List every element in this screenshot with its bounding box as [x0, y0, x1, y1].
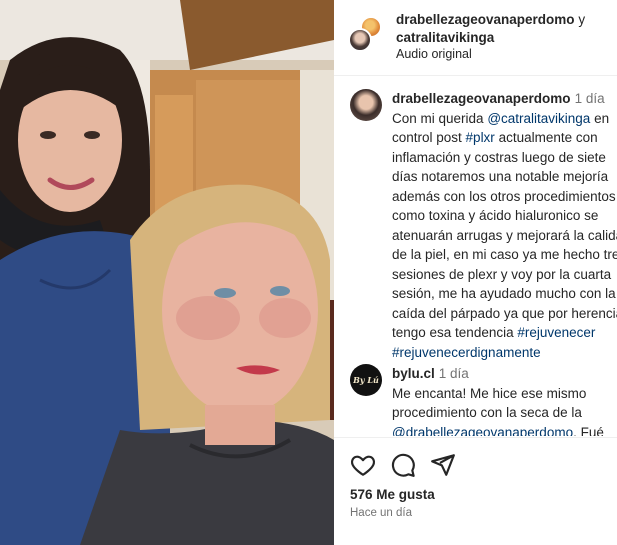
comment-text-line: atenuarán arrugas y mejorará la calidad — [392, 226, 617, 246]
comment-text: . Fué — [573, 424, 604, 437]
comment-lines: Me encanta! Me hice ese mismo procedimien… — [392, 384, 613, 437]
comment-text: tengo esa tendencia — [392, 325, 518, 340]
comment-text: inflamación y costras luego de siete — [392, 149, 606, 165]
comment-text-line: control post #plxr actualmente con — [392, 128, 613, 148]
comment-text: actualmente con — [494, 130, 598, 145]
comment-text-line: caída del párpado ya que por herencia — [392, 304, 617, 324]
post-photo[interactable] — [0, 0, 334, 545]
comment-text-line: Me encanta! Me hice ese mismo — [392, 384, 613, 404]
comment-text-line: inflamación y costras luego de siete — [392, 148, 613, 168]
comment-item: By Lú bylu.cl 1 día Me encanta! Me hice e… — [334, 364, 617, 436]
comment-text: en — [590, 110, 610, 126]
post-header: drabellezageovanaperdomo y catralitaviki… — [334, 0, 617, 76]
comment-text: caída del párpado ya que por herencia — [392, 305, 617, 321]
comment-text: sesiones de plexr y voy por la cuarta — [392, 266, 612, 282]
comment-text-line: @drabellezageovanaperdomo. Fué — [392, 423, 613, 437]
comment-text: como toxina y ácido hialuronico se — [392, 208, 599, 223]
comment-text-line: como toxina y ácido hialuronico se — [392, 206, 613, 226]
collab-avatar-drabellezageovanaperdomo[interactable] — [348, 28, 372, 52]
comment-header-line: bylu.cl 1 día — [392, 364, 613, 384]
comment-text-line: Con mi querida @catralitavikinga en — [392, 109, 613, 129]
comment-text: Con mi querida — [392, 110, 488, 126]
comment-text-line: tengo esa tendencia #rejuvenecer — [392, 323, 613, 343]
comment-header-line: drabellezageovanaperdomo 1 día — [392, 89, 613, 109]
comment-time: 1 día — [574, 91, 605, 106]
comment-text: procedimiento con la seca de la — [392, 405, 582, 420]
comment-lines: Con mi querida @catralitavikinga en contr… — [392, 109, 617, 363]
avatar-logo-text: By Lú — [353, 374, 379, 385]
audio-link[interactable]: Audio original — [396, 47, 472, 61]
heart-icon[interactable] — [350, 452, 376, 478]
comment-text: sesión, me ha ayudado mucho con la — [392, 286, 616, 301]
comment-username[interactable]: bylu.cl — [392, 366, 435, 381]
mention-link[interactable]: @catralitavikinga — [487, 111, 590, 126]
author-link-2[interactable]: catralitavikinga — [396, 30, 494, 45]
comment-time: 1 día — [438, 366, 469, 381]
mention-link[interactable]: @drabellezageovanaperdomo — [392, 425, 573, 437]
paper-plane-icon[interactable] — [430, 452, 456, 478]
post-details-panel: drabellezageovanaperdomo y catralitaviki… — [334, 0, 617, 545]
hashtag-link[interactable]: #rejuvenecer — [517, 325, 595, 340]
comment-text: además con los otros procedimientos — [392, 188, 616, 204]
comment-body: drabellezageovanaperdomo 1 día Con mi que… — [392, 89, 617, 363]
post-authors: drabellezageovanaperdomo y catralitaviki… — [396, 11, 611, 47]
comment-body: bylu.cl 1 día Me encanta! Me hice ese mis… — [392, 364, 613, 436]
comment-avatar-bylu[interactable]: By Lú — [350, 364, 382, 396]
comment-text-line: de la piel, en mi caso ya me hecho tres — [392, 245, 617, 265]
comment-text-line: días notaremos una notable mejoría — [392, 167, 613, 187]
post-actions: 576 Me gusta Hace un día — [334, 437, 617, 545]
collab-avatars[interactable] — [348, 16, 384, 54]
hashtag-link[interactable]: #rejuvenecerdignamente — [392, 345, 541, 360]
likes-count[interactable]: 576 Me gusta — [350, 487, 435, 502]
comment-text-line: procedimiento con la seca de la — [392, 403, 613, 423]
comment-text: días notaremos una notable mejoría — [392, 169, 609, 184]
post-timestamp[interactable]: Hace un día — [350, 507, 412, 519]
authors-conjunction: y — [578, 12, 586, 27]
comments-list[interactable]: drabellezageovanaperdomo 1 día Con mi que… — [334, 77, 617, 436]
post-image — [0, 0, 334, 545]
comment-text-line: sesiones de plexr y voy por la cuarta — [392, 265, 613, 285]
comment-text: control post — [392, 130, 466, 145]
comment-item: drabellezageovanaperdomo 1 día Con mi que… — [334, 89, 617, 362]
comment-text: Me encanta! Me hice ese mismo — [392, 385, 587, 401]
comment-text-line: además con los otros procedimientos — [392, 187, 616, 207]
hashtag-link[interactable]: #plxr — [466, 130, 495, 145]
comment-text: atenuarán arrugas y mejorará la calidad — [392, 227, 617, 243]
comment-bubble-icon[interactable] — [390, 452, 416, 478]
comment-username[interactable]: drabellezageovanaperdomo — [392, 91, 571, 106]
comment-text: de la piel, en mi caso ya me hecho tres — [392, 247, 617, 262]
author-link-1[interactable]: drabellezageovanaperdomo — [396, 12, 575, 27]
comment-text-line: #rejuvenecerdignamente — [392, 343, 613, 363]
comment-text-line: sesión, me ha ayudado mucho con la — [392, 284, 616, 304]
comment-avatar[interactable] — [350, 89, 382, 121]
